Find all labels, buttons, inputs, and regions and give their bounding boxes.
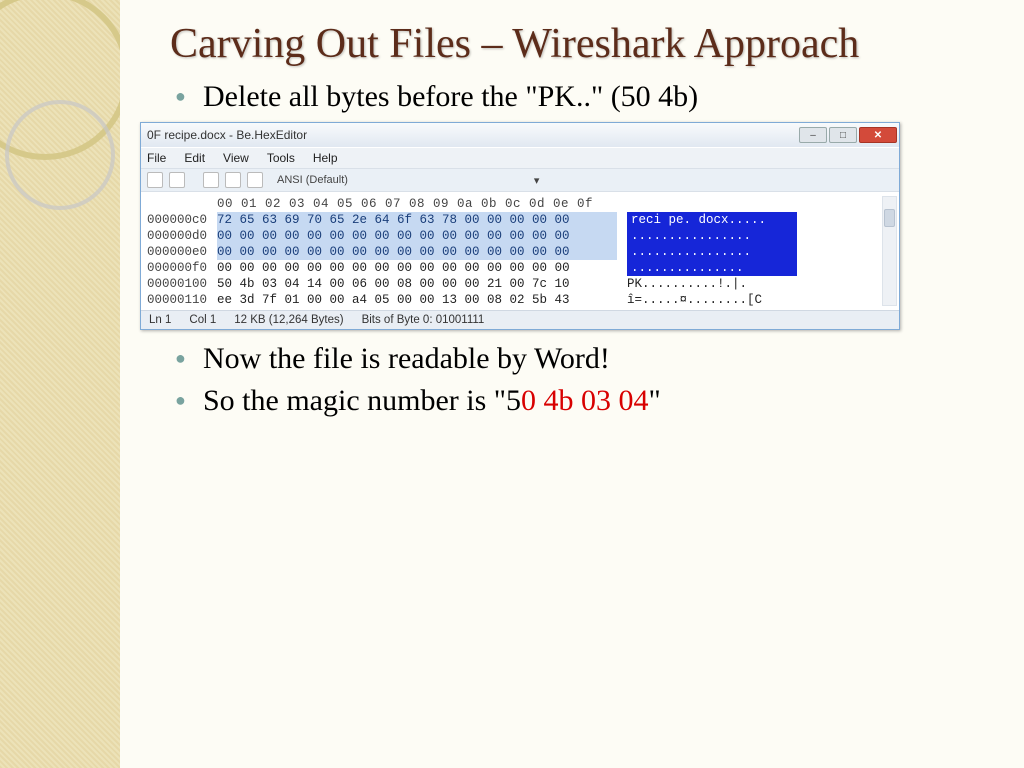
hex-row: 000000f0 00 00 00 00 00 00 00 00 00 00 0…: [147, 260, 893, 276]
hex-row: 00000100 50 4b 03 04 14 00 06 00 08 00 0…: [147, 276, 893, 292]
menu-view[interactable]: View: [223, 151, 249, 165]
hex-row: 000000d0 00 00 00 00 00 00 00 00 00 00 0…: [147, 228, 893, 244]
hex-bytes[interactable]: 00 00 00 00 00 00 00 00 00 00 00 00 00 0…: [217, 244, 617, 260]
hex-bytes[interactable]: 72 65 63 69 70 65 2e 64 6f 63 78 00 00 0…: [217, 212, 617, 228]
hex-bytes[interactable]: 50 4b 03 04 14 00 06 00 08 00 00 00 21 0…: [217, 276, 617, 292]
bullet-list: Delete all bytes before the "PK.." (50 4…: [175, 80, 994, 114]
ascii-text: PK..........!.|.: [627, 276, 797, 292]
window-title-text: 0F recipe.docx - Be.HexEditor: [147, 128, 799, 142]
hex-row: 00000110 ee 3d 7f 01 00 00 a4 05 00 00 1…: [147, 292, 893, 308]
offset: 00000100: [147, 276, 217, 292]
bullet-1: Delete all bytes before the "PK.." (50 4…: [175, 80, 994, 114]
close-button[interactable]: ✕: [859, 127, 897, 143]
window-buttons: – □ ✕: [799, 127, 897, 143]
menu-help[interactable]: Help: [313, 151, 338, 165]
hex-bytes[interactable]: 00 00 00 00 00 00 00 00 00 00 00 00 00 0…: [217, 260, 617, 276]
offset: 000000c0: [147, 212, 217, 228]
deco-ring-small: [5, 100, 115, 210]
hex-bytes[interactable]: ee 3d 7f 01 00 00 a4 05 00 00 13 00 08 0…: [217, 292, 617, 308]
copy-icon[interactable]: [225, 172, 241, 188]
slide-content: Carving Out Files – Wireshark Approach D…: [120, 0, 1024, 768]
ascii-text: ...............: [627, 260, 797, 276]
bullet-3-text-c: ": [649, 384, 661, 417]
slide-title: Carving Out Files – Wireshark Approach: [170, 20, 994, 68]
encoding-dropdown[interactable]: ANSI (Default): [277, 174, 348, 186]
hex-row: 000000c0 72 65 63 69 70 65 2e 64 6f 63 7…: [147, 212, 893, 228]
statusbar: Ln 1 Col 1 12 KB (12,264 Bytes) Bits of …: [141, 310, 899, 329]
bullet-3-text-a: So the magic number is "5: [203, 384, 521, 417]
cut-icon[interactable]: [203, 172, 219, 188]
status-bits: Bits of Byte 0: 01001111: [362, 314, 485, 326]
offset: 000000e0: [147, 244, 217, 260]
hex-column-header: 00 01 02 03 04 05 06 07 08 09 0a 0b 0c 0…: [217, 196, 893, 212]
dropdown-arrow-icon[interactable]: ▾: [534, 174, 540, 187]
bullet-list-2: Now the file is readable by Word! So the…: [175, 342, 994, 418]
offset: 000000f0: [147, 260, 217, 276]
hexeditor-titlebar: 0F recipe.docx - Be.HexEditor – □ ✕: [141, 123, 899, 147]
offset: 000000d0: [147, 228, 217, 244]
menu-edit[interactable]: Edit: [184, 151, 205, 165]
bullet-2: Now the file is readable by Word!: [175, 342, 994, 376]
status-size: 12 KB (12,264 Bytes): [234, 314, 343, 326]
hex-row: 000000e0 00 00 00 00 00 00 00 00 00 00 0…: [147, 244, 893, 260]
maximize-button[interactable]: □: [829, 127, 857, 143]
vertical-scrollbar[interactable]: [882, 196, 897, 306]
bullet-3-magic-bytes: 0 4b 03 04: [521, 384, 649, 417]
slide-left-decoration: [0, 0, 120, 768]
hexeditor-window: 0F recipe.docx - Be.HexEditor – □ ✕ File…: [140, 122, 900, 330]
save-icon[interactable]: [169, 172, 185, 188]
menubar: File Edit View Tools Help: [141, 147, 899, 168]
status-line: Ln 1: [149, 314, 171, 326]
ascii-text: ................: [627, 244, 797, 260]
open-icon[interactable]: [147, 172, 163, 188]
toolbar: ANSI (Default) ▾: [141, 168, 899, 191]
status-col: Col 1: [189, 314, 216, 326]
menu-tools[interactable]: Tools: [267, 151, 295, 165]
scroll-thumb[interactable]: [884, 209, 895, 227]
hex-body: 00 01 02 03 04 05 06 07 08 09 0a 0b 0c 0…: [141, 191, 899, 310]
ascii-text: ................: [627, 228, 797, 244]
minimize-button[interactable]: –: [799, 127, 827, 143]
bullet-3: So the magic number is "50 4b 03 04": [175, 384, 994, 418]
ascii-text: î=.....¤........[C: [627, 292, 797, 308]
menu-file[interactable]: File: [147, 151, 166, 165]
ascii-text: reci pe. docx.....: [627, 212, 797, 228]
paste-icon[interactable]: [247, 172, 263, 188]
hex-bytes[interactable]: 00 00 00 00 00 00 00 00 00 00 00 00 00 0…: [217, 228, 617, 244]
offset: 00000110: [147, 292, 217, 308]
